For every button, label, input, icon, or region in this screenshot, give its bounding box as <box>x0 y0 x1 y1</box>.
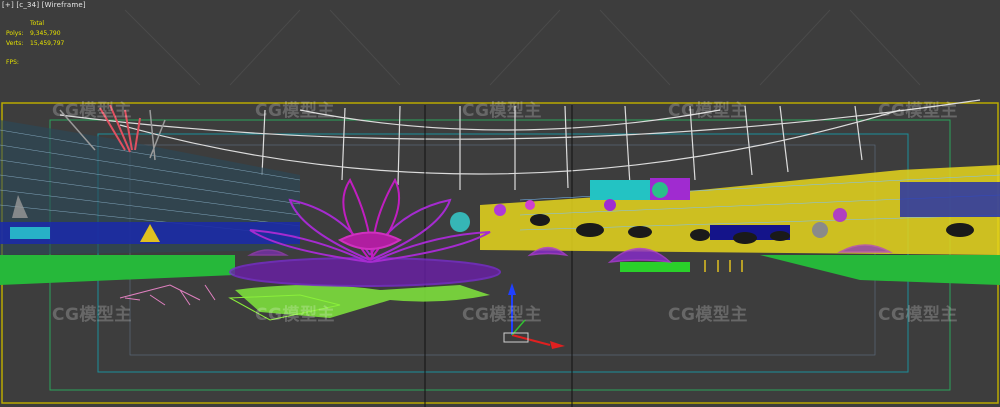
watermark: CG模型主 <box>52 101 132 121</box>
viewport-label-menu[interactable]: [+] [c_34] [Wireframe] <box>2 1 86 9</box>
stats-fps-label: FPS: <box>6 59 19 66</box>
path-lines-pink <box>119 284 216 306</box>
watermark: CG模型主 <box>668 305 748 325</box>
building-left <box>0 120 301 255</box>
watermark: CG模型主 <box>668 101 748 121</box>
stats-fps-row: FPS: <box>6 58 64 68</box>
scene-wireframe[interactable] <box>0 0 1000 407</box>
watermark: CG模型主 <box>878 101 958 121</box>
stats-header: Total <box>30 20 45 27</box>
stats-verts-row: Verts: 15,459,797 <box>6 39 64 49</box>
stats-polys-value: 9,345,790 <box>30 30 61 37</box>
grid-diagonals <box>124 9 921 86</box>
watermark: CG模型主 <box>52 305 132 325</box>
stats-verts-label: Verts: <box>6 40 24 47</box>
watermark: CG模型主 <box>255 101 335 121</box>
watermark: CG模型主 <box>462 305 542 325</box>
stats-verts-value: 15,459,797 <box>30 40 65 47</box>
statistics-overlay: Total Polys: 9,345,790 Verts: 15,459,797… <box>6 19 64 68</box>
watermark: CG模型主 <box>462 101 542 121</box>
watermark: CG模型主 <box>255 305 335 325</box>
bollards <box>704 260 743 272</box>
stats-polys-row: Polys: 9,345,790 <box>6 29 64 39</box>
viewport-wireframe[interactable]: CG模型主 CG模型主 CG模型主 CG模型主 CG模型主 CG模型主 CG模型… <box>0 0 1000 407</box>
stats-polys-label: Polys: <box>6 30 24 37</box>
watermark: CG模型主 <box>878 305 958 325</box>
